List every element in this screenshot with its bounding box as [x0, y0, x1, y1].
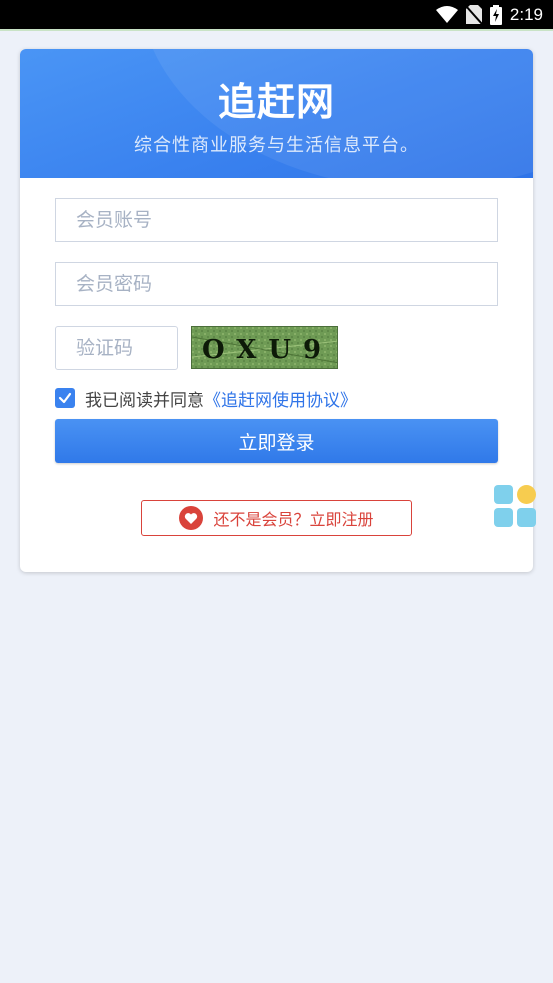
- wifi-icon: [435, 5, 458, 24]
- agree-text: 我已阅读并同意: [85, 390, 204, 411]
- divider: [0, 29, 553, 31]
- login-button[interactable]: 立即登录: [55, 419, 498, 463]
- account-input[interactable]: [55, 198, 498, 242]
- password-input[interactable]: [55, 262, 498, 306]
- captcha-text: OXU9: [202, 335, 333, 365]
- heart-icon: [179, 506, 204, 530]
- card-header: 追赶网 综合性商业服务与生活信息平台。: [20, 49, 533, 178]
- check-icon: [58, 392, 72, 404]
- floating-grid-icon[interactable]: [494, 485, 538, 529]
- captcha-input[interactable]: [55, 326, 178, 370]
- register-button[interactable]: 还不是会员？立即注册: [141, 500, 412, 536]
- agreement-link[interactable]: 《追赶网使用协议》: [204, 386, 357, 411]
- register-label: 还不是会员？立即注册: [213, 510, 374, 529]
- app-title: 追赶网: [217, 80, 335, 124]
- app-subtitle: 综合性商业服务与生活信息平台。: [134, 135, 419, 156]
- battery-charging-icon: [489, 4, 502, 25]
- status-bar: 2:19: [0, 0, 553, 29]
- no-sim-icon: [465, 5, 482, 24]
- captcha-image[interactable]: OXU9: [191, 326, 338, 369]
- login-card: 追赶网 综合性商业服务与生活信息平台。 OXU9 我已阅读并同意: [20, 49, 533, 572]
- agreement-row: 我已阅读并同意 《追赶网使用协议》: [55, 386, 357, 411]
- agree-checkbox[interactable]: [55, 388, 75, 408]
- status-time: 2:19: [509, 4, 543, 24]
